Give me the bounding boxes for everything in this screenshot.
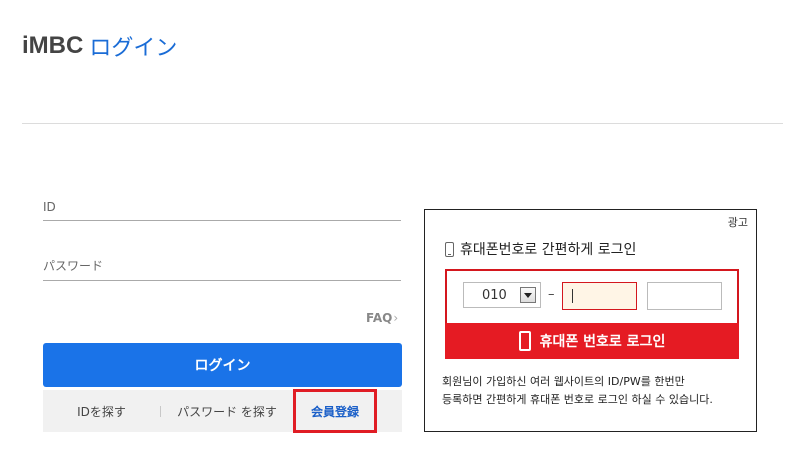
ad-title-text: 휴대폰번호로 간편하게 로그인: [460, 242, 637, 258]
phone-login-label: 휴대폰 번호로 로그인: [539, 334, 666, 350]
imbc-logo[interactable]: iMBC: [22, 32, 83, 60]
find-password-link[interactable]: パスワード を探す: [161, 403, 293, 420]
text-caret: [572, 289, 573, 303]
phone-login-ad: 광고 휴대폰번호로 간편하게 로그인 010 – 휴대폰 번호로 로그인 회원님…: [424, 209, 757, 432]
id-placeholder: ID: [43, 200, 56, 214]
ad-label: 광고: [727, 216, 748, 229]
phone-prefix-select[interactable]: 010: [463, 282, 541, 308]
phone-login-button[interactable]: 휴대폰 번호로 로그인: [445, 323, 739, 359]
phone-dash: –: [548, 287, 555, 302]
header-divider: [22, 123, 783, 124]
find-id-link[interactable]: IDを探す: [43, 403, 160, 420]
header: iMBC ログイン: [22, 26, 177, 66]
chevron-down-icon[interactable]: [520, 287, 536, 303]
phone-icon: [445, 241, 454, 257]
ad-description-line: 회원님이 가입하신 여러 웹사이트의 ID/PW를 한번만: [442, 375, 685, 388]
faq-link[interactable]: FAQ›: [366, 311, 398, 325]
ad-description: 회원님이 가입하신 여러 웹사이트의 ID/PW를 한번만 등록하면 간편하게 …: [442, 373, 713, 409]
phone-input-area: 010 – 휴대폰 번호로 로그인: [445, 269, 739, 359]
page-title: ログイン: [89, 36, 178, 61]
ad-description-line: 등록하면 간편하게 휴대폰 번호로 로그인 하실 수 있습니다.: [442, 393, 713, 406]
phone-icon: [518, 331, 531, 351]
register-link[interactable]: 会員登録: [293, 389, 377, 433]
ad-title: 휴대폰번호로 간편하게 로그인: [445, 239, 636, 259]
password-placeholder: パスワード: [43, 259, 104, 273]
id-input[interactable]: ID: [43, 192, 401, 221]
login-button[interactable]: ログイン: [43, 343, 402, 387]
phone-middle-input[interactable]: [562, 282, 637, 310]
password-input[interactable]: パスワード: [43, 252, 401, 281]
account-links: IDを探す パスワード を探す 会員登録: [43, 389, 402, 433]
phone-last-input[interactable]: [647, 282, 722, 310]
phone-prefix-value: 010: [482, 288, 507, 303]
chevron-right-icon: ›: [393, 311, 399, 325]
faq-label: FAQ: [366, 311, 393, 325]
